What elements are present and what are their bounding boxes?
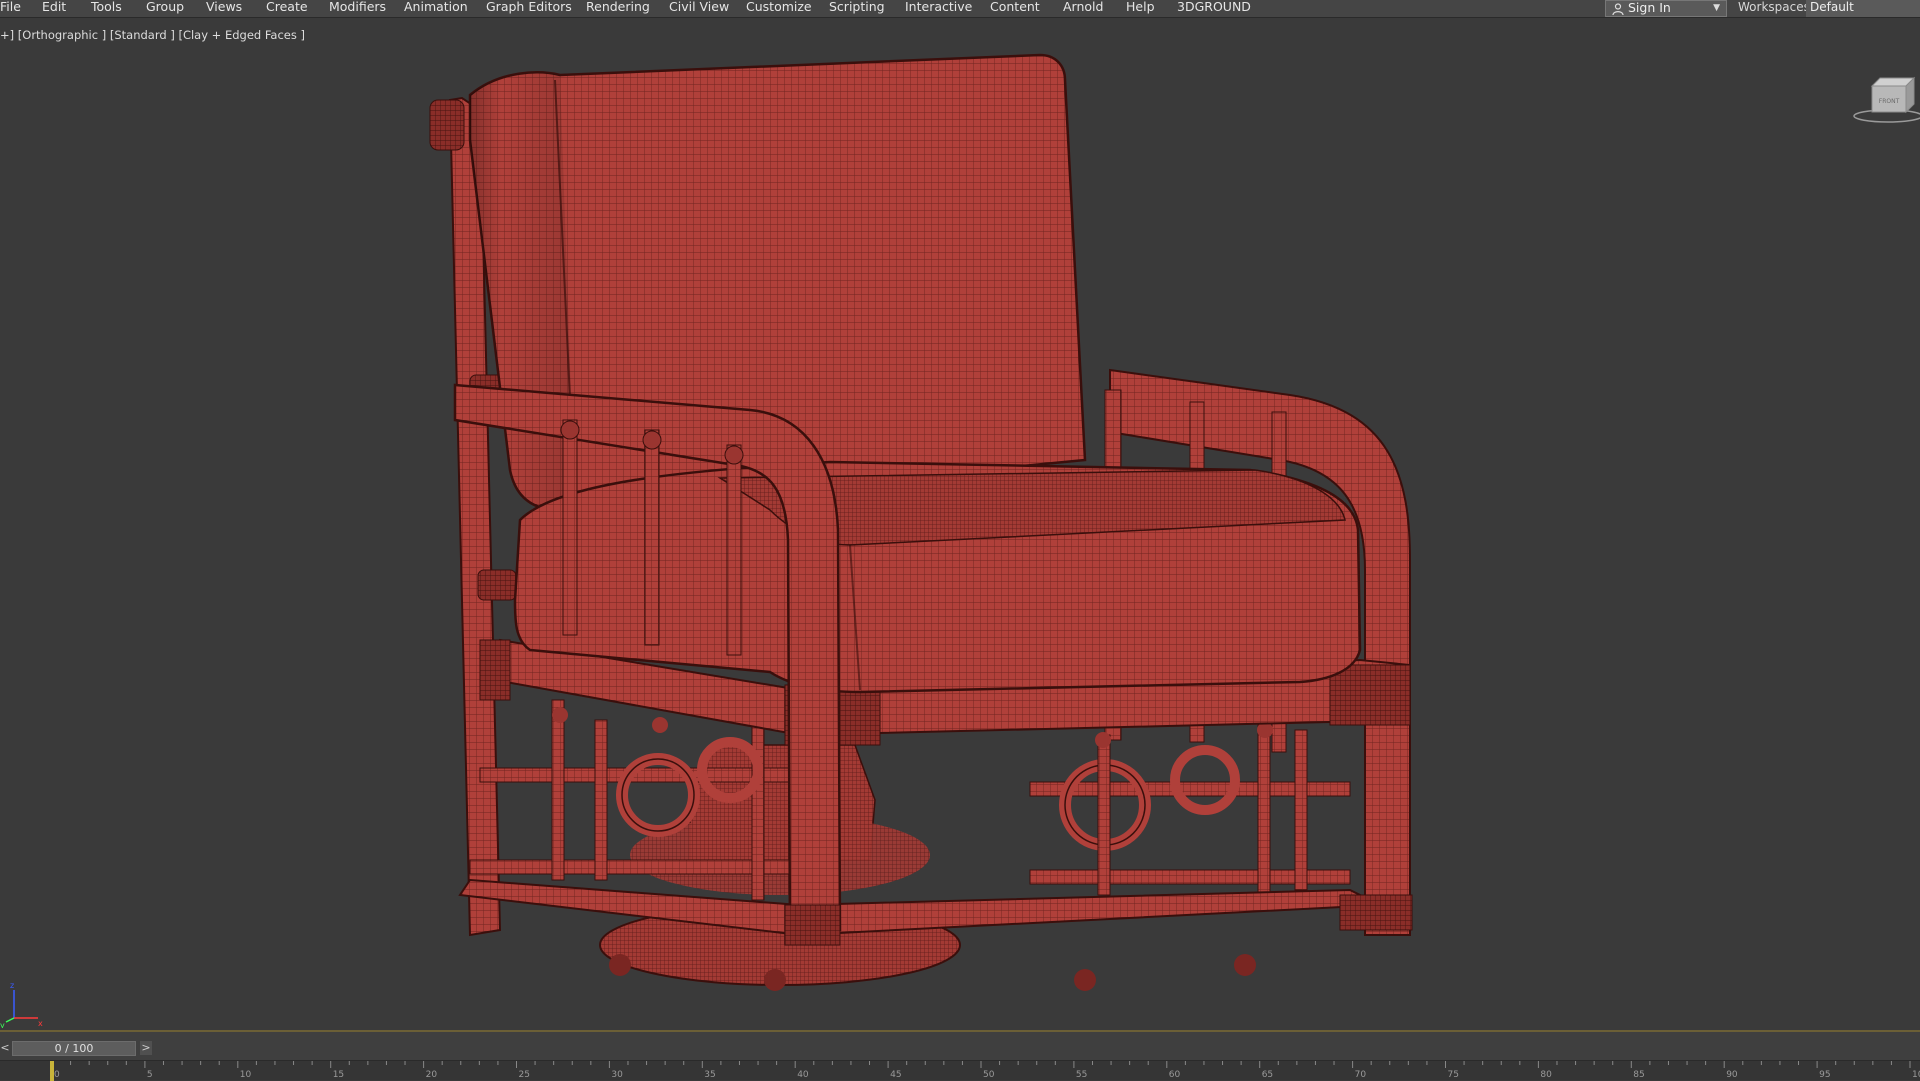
trackbar-tick-label: 80	[1540, 1070, 1552, 1080]
gizmo-y-label: y	[0, 1021, 5, 1028]
menu-rendering[interactable]: Rendering	[586, 0, 650, 18]
menu-civil-view[interactable]: Civil View	[669, 0, 729, 18]
trackbar-tick-label: 60	[1169, 1070, 1181, 1080]
workspace-select[interactable]: Default	[1806, 0, 1920, 17]
trackbar-tick-label: 95	[1819, 1070, 1830, 1080]
trackbar-tick-label: 75	[1448, 1070, 1459, 1080]
trackbar-tick-label: 90	[1726, 1070, 1738, 1080]
gizmo-x-label: x	[38, 1019, 43, 1028]
menu-customize[interactable]: Customize	[746, 0, 812, 18]
menu-group[interactable]: Group	[146, 0, 184, 18]
menu-scripting[interactable]: Scripting	[829, 0, 885, 18]
trackbar-tick-label: 70	[1355, 1070, 1367, 1080]
trackbar-tick-label: 30	[611, 1070, 623, 1080]
user-icon	[1612, 3, 1624, 15]
trackbar-tick-label: 35	[704, 1070, 715, 1080]
menu-views[interactable]: Views	[206, 0, 242, 18]
sign-in-label: Sign In	[1628, 0, 1671, 15]
axis-gizmo-icon: z x y	[0, 981, 43, 1028]
track-bar-ruler[interactable]: 0 5 10 15 20 25 30 35 40 45 50 55 60 65 70 75 80 85 90 95 10…	[0, 1061, 1920, 1081]
time-prev-button[interactable]: <	[0, 1041, 10, 1055]
menu-interactive[interactable]: Interactive	[905, 0, 972, 18]
menu-bar: File Edit Tools Group Views Create Modif…	[0, 0, 1920, 18]
chair-model[interactable]	[0, 18, 1920, 1030]
menu-create[interactable]: Create	[266, 0, 308, 18]
time-slider-bar: < 0 / 100 >	[0, 1030, 1920, 1060]
trackbar-tick-label: 55	[1076, 1070, 1087, 1080]
viewport-perspective[interactable]: +] [Orthographic ] [Standard ] [Clay + E…	[0, 18, 1920, 1030]
menu-modifiers[interactable]: Modifiers	[329, 0, 386, 18]
viewcube-icon[interactable]: FRONT	[1848, 62, 1920, 132]
menu-help[interactable]: Help	[1126, 0, 1155, 18]
trackbar-tick-label: 10	[240, 1070, 252, 1080]
workspaces-label: Workspaces:	[1738, 0, 1814, 14]
menu-graph-editors[interactable]: Graph Editors	[486, 0, 572, 18]
trackbar-tick-label: 15	[333, 1070, 344, 1080]
seat-cushion	[513, 460, 1362, 694]
trackbar-tick-label: 50	[983, 1070, 995, 1080]
menu-arnold[interactable]: Arnold	[1063, 0, 1103, 18]
menu-tools[interactable]: Tools	[91, 0, 122, 18]
menu-file[interactable]: File	[0, 0, 21, 18]
trackbar-tick-label: 85	[1633, 1070, 1644, 1080]
lattice-front-left	[469, 699, 811, 901]
menu-edit[interactable]: Edit	[42, 0, 66, 18]
trackbar-tick-label: 20	[426, 1070, 438, 1080]
trackbar-tick-label: 5	[147, 1070, 153, 1080]
trackbar-tick-label: 45	[890, 1070, 901, 1080]
trackbar-tick-label: 40	[797, 1070, 809, 1080]
track-bar[interactable]: 0 5 10 15 20 25 30 35 40 45 50 55 60 65 70 75 80 85 90 95 10…	[0, 1060, 1920, 1081]
current-frame-marker[interactable]	[50, 1061, 54, 1081]
chevron-down-icon: ▼	[1713, 3, 1720, 13]
menu-animation[interactable]: Animation	[404, 0, 468, 18]
trackbar-tick-label: 100	[1912, 1070, 1920, 1080]
trackbar-tick-label: 25	[519, 1070, 530, 1080]
sign-in-dropdown[interactable]: Sign In ▼	[1605, 0, 1727, 17]
menu-3dground[interactable]: 3DGROUND	[1177, 0, 1251, 18]
menu-content[interactable]: Content	[990, 0, 1040, 18]
trackbar-tick-label: 65	[1262, 1070, 1273, 1080]
lattice-front-right	[1029, 722, 1351, 896]
gizmo-z-label: z	[10, 981, 14, 990]
viewcube-face-label: FRONT	[1879, 98, 1900, 105]
time-slider[interactable]: 0 / 100	[12, 1041, 136, 1056]
trackbar-tick-label: 0	[54, 1070, 60, 1080]
time-next-button[interactable]: >	[140, 1041, 152, 1055]
